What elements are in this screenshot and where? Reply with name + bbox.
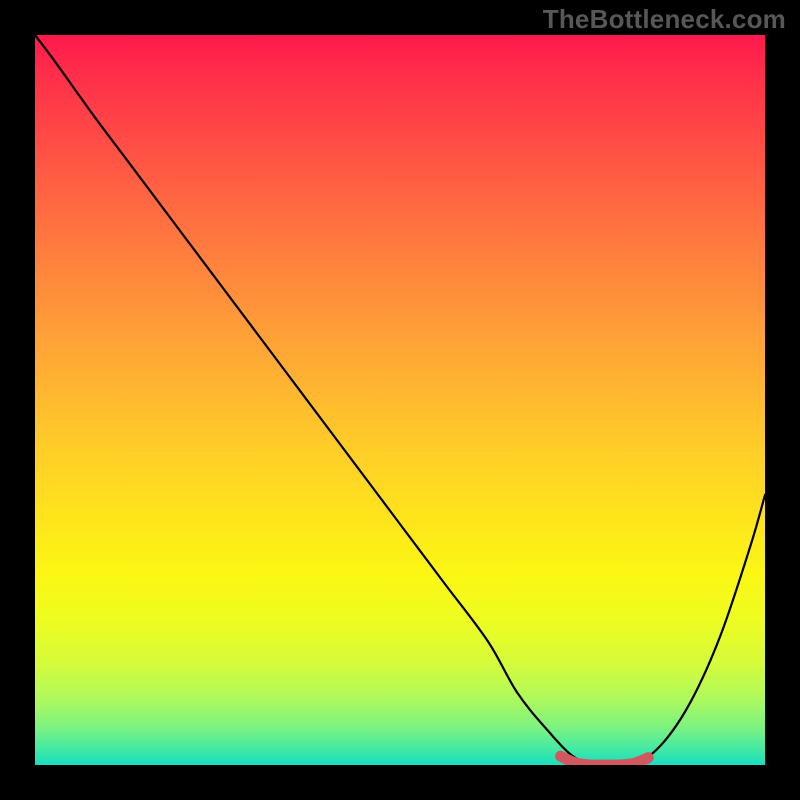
optimal-range-highlight — [561, 756, 649, 765]
bottleneck-curve — [35, 35, 765, 765]
curve-layer — [35, 35, 765, 765]
chart-frame: TheBottleneck.com — [0, 0, 800, 800]
watermark-text: TheBottleneck.com — [543, 4, 786, 35]
plot-area — [35, 35, 765, 765]
